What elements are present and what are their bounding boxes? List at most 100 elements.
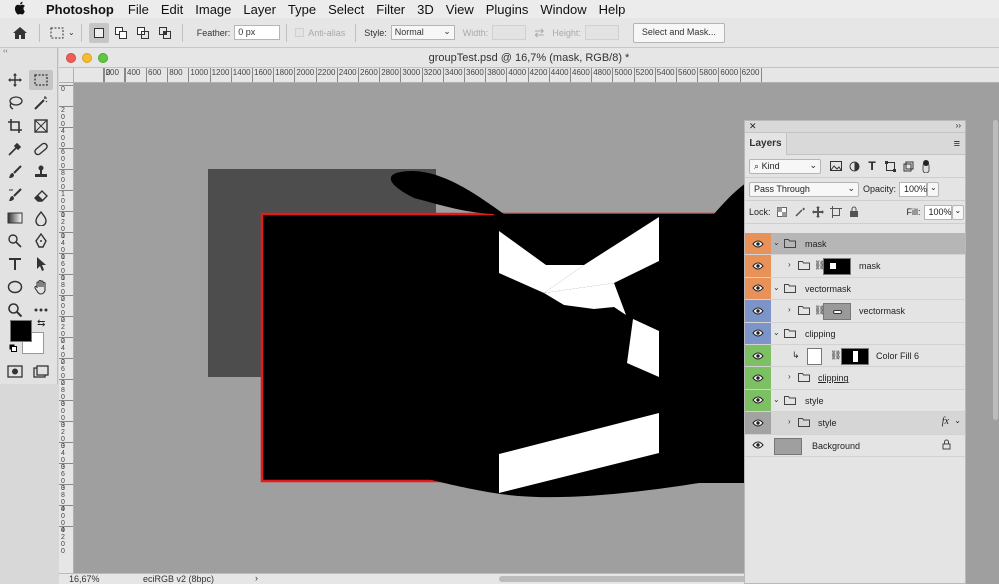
visibility-eye-icon[interactable] — [745, 412, 771, 434]
healing-brush-tool-icon[interactable] — [29, 139, 53, 159]
layer-name[interactable]: mask — [859, 261, 881, 271]
ruler-origin[interactable] — [59, 68, 74, 83]
app-menu-photoshop[interactable]: Photoshop — [40, 2, 122, 17]
menu-3d[interactable]: 3D — [411, 2, 440, 17]
menu-file[interactable]: File — [122, 2, 155, 17]
chevron-right-icon[interactable]: › — [255, 573, 258, 583]
lasso-tool-icon[interactable] — [3, 93, 27, 113]
more-tools-icon[interactable] — [29, 300, 53, 320]
visibility-eye-icon[interactable] — [745, 435, 771, 456]
history-brush-tool-icon[interactable] — [3, 185, 27, 205]
menu-window[interactable]: Window — [534, 2, 592, 17]
opacity-dropdown-icon[interactable]: ⌄ — [927, 181, 940, 197]
link-icon[interactable]: ⛓ — [830, 350, 841, 361]
menu-plugins[interactable]: Plugins — [480, 2, 535, 17]
eyedropper-tool-icon[interactable] — [3, 139, 27, 159]
blend-mode-select[interactable]: Pass Through ⌄ — [749, 181, 859, 197]
quick-mask-icon[interactable] — [3, 362, 27, 382]
antialias-checkbox[interactable] — [295, 28, 305, 37]
zoom-tool-icon[interactable] — [3, 300, 27, 320]
horizontal-ruler[interactable]: 0 200 400 600 800 1000 1200 1400 1600 18… — [74, 68, 999, 83]
layer-name[interactable]: Color Fill 6 — [876, 351, 919, 361]
move-tool-icon[interactable] — [3, 70, 27, 90]
chevron-down-icon[interactable]: ⌄ — [68, 28, 75, 37]
lock-image-pixels-icon[interactable] — [793, 205, 807, 219]
width-input[interactable] — [492, 25, 527, 40]
blur-tool-icon[interactable] — [29, 208, 53, 228]
fill-color-thumbnail[interactable] — [807, 347, 822, 365]
chevron-down-icon[interactable]: ⌄ — [954, 416, 961, 425]
clone-stamp-tool-icon[interactable] — [29, 162, 53, 182]
layer-name[interactable]: mask — [805, 239, 827, 249]
mask-thumbnail[interactable] — [823, 258, 851, 276]
pixel-filter-icon[interactable] — [829, 159, 843, 173]
lock-artboard-icon[interactable] — [829, 205, 843, 219]
close-window-icon[interactable] — [66, 53, 76, 63]
hand-tool-icon[interactable] — [29, 277, 53, 297]
opacity-input[interactable]: 100% — [899, 181, 927, 197]
visibility-eye-icon[interactable] — [745, 344, 771, 367]
vector-mask-thumbnail[interactable] — [823, 303, 851, 321]
zoom-level[interactable]: 16,67% — [69, 574, 100, 584]
chevron-right-icon[interactable]: › — [788, 372, 791, 381]
chevron-right-icon[interactable]: › — [788, 260, 791, 269]
layer-name[interactable]: Background — [812, 441, 860, 451]
vertical-ruler[interactable]: 0 2 0 0 4 0 0 6 0 0 8 0 0 1 0 0 0 1 2 0 … — [59, 83, 74, 573]
minimize-window-icon[interactable] — [82, 53, 92, 63]
chevron-right-icon[interactable]: › — [788, 417, 791, 426]
panel-collapse-icon[interactable]: ‹‹ — [0, 48, 57, 62]
layer-row-style-child[interactable]: › style fx ⌄ — [745, 412, 965, 435]
menu-filter[interactable]: Filter — [370, 2, 411, 17]
ellipse-tool-icon[interactable] — [3, 277, 27, 297]
menu-view[interactable]: View — [440, 2, 480, 17]
background-thumbnail[interactable] — [774, 437, 802, 455]
rectangular-marquee-tool-icon[interactable] — [29, 70, 53, 90]
visibility-eye-icon[interactable] — [745, 277, 771, 300]
visibility-eye-icon[interactable] — [745, 389, 771, 412]
new-selection-icon[interactable] — [88, 22, 109, 43]
swap-colors-icon[interactable]: ⇆ — [37, 318, 45, 329]
add-to-selection-icon[interactable] — [111, 23, 131, 43]
smart-object-filter-icon[interactable] — [901, 159, 915, 173]
filter-toggle-icon[interactable] — [919, 159, 933, 173]
menu-help[interactable]: Help — [593, 2, 632, 17]
chevron-down-icon[interactable]: ⌄ — [773, 328, 780, 337]
fill-mask-thumbnail[interactable] — [841, 347, 869, 365]
default-colors-icon[interactable] — [9, 344, 17, 352]
close-panel-icon[interactable]: ✕ — [749, 121, 757, 132]
layer-row-color-fill[interactable]: ↳ ⛓ Color Fill 6 — [745, 344, 965, 368]
fill-dropdown-icon[interactable]: ⌄ — [951, 204, 964, 220]
tab-layers[interactable]: Layers — [745, 133, 787, 155]
visibility-eye-icon[interactable] — [745, 367, 771, 389]
height-input[interactable] — [584, 25, 619, 40]
layer-row-mask-child[interactable]: › ⛓ mask — [745, 255, 965, 278]
layer-name[interactable]: vectormask — [805, 284, 851, 294]
menu-edit[interactable]: Edit — [155, 2, 189, 17]
visibility-eye-icon[interactable] — [745, 300, 771, 322]
layer-row-vectormask-group[interactable]: ⌄ vectormask — [745, 277, 965, 301]
color-profile[interactable]: eciRGB v2 (8bpc) — [143, 574, 214, 584]
swap-icon[interactable]: ⇄ — [534, 26, 544, 40]
type-tool-icon[interactable] — [3, 254, 27, 274]
layer-row-background[interactable]: Background — [745, 434, 965, 457]
visibility-eye-icon[interactable] — [745, 233, 771, 255]
chevron-down-icon[interactable]: ⌄ — [773, 395, 780, 404]
crop-tool-icon[interactable] — [3, 116, 27, 136]
visibility-eye-icon[interactable] — [745, 322, 771, 344]
layer-name[interactable]: clipping — [805, 329, 836, 339]
fill-input[interactable]: 100% — [923, 204, 952, 220]
eraser-tool-icon[interactable] — [29, 185, 53, 205]
zoom-window-icon[interactable] — [98, 53, 108, 63]
layer-name[interactable]: style — [818, 418, 837, 428]
chevron-right-icon[interactable]: › — [788, 305, 791, 314]
layer-effects-icon[interactable]: fx — [942, 416, 949, 427]
chevron-down-icon[interactable]: ⌄ — [773, 238, 780, 247]
lock-position-icon[interactable] — [811, 205, 825, 219]
chevron-down-icon[interactable]: ⌄ — [773, 283, 780, 292]
layer-row-clipping-group[interactable]: ⌄ clipping — [745, 322, 965, 345]
layer-row-clipping-child[interactable]: › clipping — [745, 367, 965, 390]
lock-transparent-pixels-icon[interactable] — [775, 205, 789, 219]
screen-mode-icon[interactable] — [29, 362, 53, 382]
menu-type[interactable]: Type — [282, 2, 322, 17]
filter-kind-select[interactable]: ⌕ Kind ⌄ — [749, 158, 821, 174]
